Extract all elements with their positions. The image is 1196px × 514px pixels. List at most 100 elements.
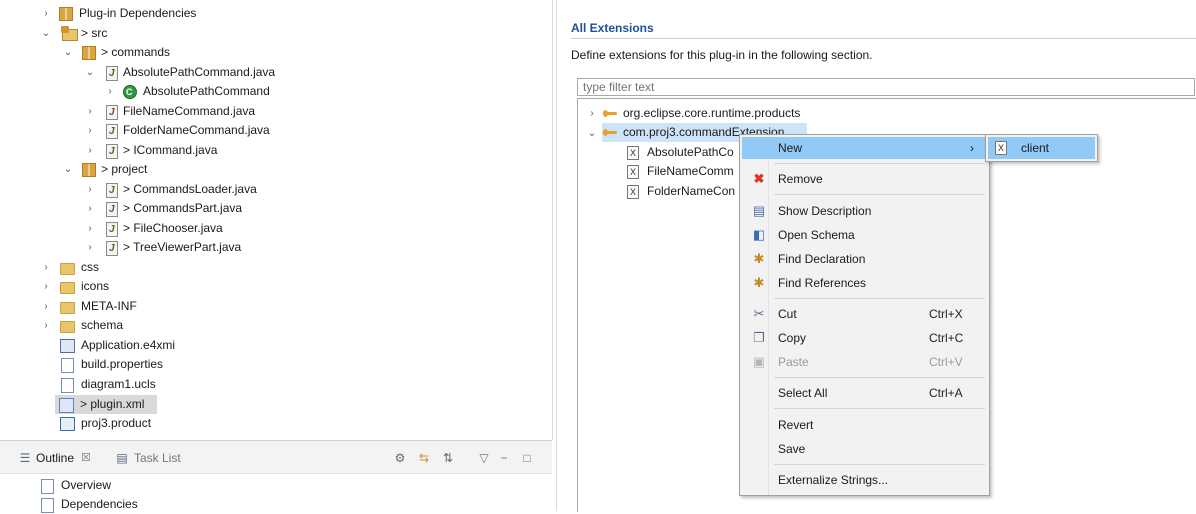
chevron-down-icon[interactable]: ⌄ (40, 24, 52, 43)
menu-item-show-description[interactable]: ▤ Show Description (742, 200, 987, 222)
outline-item-overview[interactable]: Overview (0, 476, 552, 495)
extension-label: org.eclipse.core.runtime.products (623, 106, 801, 120)
tree-item-filenamecommand-java[interactable]: › FileNameCommand.java (0, 102, 552, 122)
outline-item-label: Dependencies (61, 497, 138, 511)
menu-item-externalize-strings[interactable]: Externalize Strings... (742, 469, 987, 491)
tab-outline[interactable]: Outline (36, 450, 74, 466)
shortcut-label: Ctrl+C (929, 331, 964, 345)
chevron-right-icon[interactable]: › (40, 4, 52, 23)
outline-item-dependencies[interactable]: Dependencies (0, 495, 552, 514)
tree-item-css[interactable]: › css (0, 258, 552, 277)
chevron-right-icon[interactable]: › (104, 82, 116, 101)
chevron-right-icon[interactable]: › (40, 277, 52, 296)
tree-item-meta-inf[interactable]: › META-INF (0, 297, 552, 316)
tab-task-list[interactable]: Task List (134, 450, 181, 466)
chevron-right-icon[interactable]: › (84, 121, 96, 140)
chevron-right-icon[interactable]: › (84, 219, 96, 238)
tree-item-foldernamecommand-java[interactable]: › FolderNameCommand.java (0, 121, 552, 141)
menu-separator (774, 408, 985, 409)
menu-item-find-references[interactable]: ✱ Find References (742, 272, 987, 294)
menu-item-open-schema[interactable]: ◧ Open Schema (742, 224, 987, 246)
tree-item-commandspart-java[interactable]: › > CommandsPart.java (0, 199, 552, 219)
tree-item-label: META-INF (81, 299, 137, 313)
chevron-down-icon[interactable]: ⌄ (586, 128, 598, 139)
menu-item-paste[interactable]: ▣ Paste Ctrl+V (742, 351, 987, 373)
view-menu-icon[interactable]: ▽ (477, 451, 491, 465)
tree-item-label: proj3.product (81, 416, 152, 430)
sort-icon[interactable]: ⇅ (441, 451, 455, 465)
minimize-icon[interactable]: − (497, 451, 511, 465)
chevron-right-icon[interactable]: › (40, 297, 52, 316)
menu-item-label: Revert (778, 418, 814, 432)
tree-item-commandsloader-java[interactable]: › > CommandsLoader.java (0, 180, 552, 200)
menu-item-cut[interactable]: ✂ Cut Ctrl+X (742, 303, 987, 325)
task-list-icon: ▤ (116, 451, 128, 465)
java-file-icon (106, 122, 118, 141)
menu-item-remove[interactable]: ✖ Remove (742, 168, 987, 190)
tree-item-icommand-java[interactable]: › > ICommand.java (0, 141, 552, 161)
tree-item-commands[interactable]: ⌄ > commands (0, 43, 552, 62)
menu-item-copy[interactable]: ❐ Copy Ctrl+C (742, 327, 987, 349)
chevron-right-icon[interactable]: › (84, 102, 96, 121)
chevron-right-icon[interactable]: › (40, 258, 52, 277)
tree-item-proj3-product[interactable]: proj3.product (0, 414, 552, 433)
tree-item-filechooser-java[interactable]: › > FileChooser.java (0, 219, 552, 239)
section-description: Define extensions for this plug-in in th… (571, 48, 873, 62)
schema-icon: ◧ (752, 227, 766, 242)
e4xmi-file-icon (60, 339, 75, 353)
tree-item-label: schema (81, 318, 124, 332)
tree-item-build-properties[interactable]: build.properties (0, 355, 552, 374)
menu-item-find-declaration[interactable]: ✱ Find Declaration (742, 248, 987, 270)
menu-item-revert[interactable]: Revert (742, 414, 987, 436)
chevron-right-icon[interactable]: › (84, 238, 96, 257)
close-tab-icon[interactable]: ☒ (81, 450, 91, 466)
tree-item-label: diagram1.ucls (81, 377, 156, 391)
chevron-right-icon[interactable]: › (84, 141, 96, 160)
outline-panel: ☰ Outline ☒ ▤ Task List ⚙ ⇆ ⇅ ▽ − □ Over… (0, 440, 552, 514)
chevron-right-icon[interactable]: › (84, 199, 96, 218)
tree-item-plugin-xml[interactable]: > plugin.xml (55, 395, 157, 414)
tree-item-src[interactable]: ⌄ > src (0, 24, 552, 43)
chevron-down-icon[interactable]: ⌄ (62, 43, 74, 62)
tree-item-label: FolderNameCommand.java (123, 123, 270, 137)
section-divider (571, 38, 1196, 39)
tree-item-plugin-dependencies[interactable]: › Plug-in Dependencies (0, 4, 552, 23)
chevron-right-icon[interactable]: › (84, 180, 96, 199)
tree-item-absolutepathcommand-java[interactable]: ⌄ AbsolutePathCommand.java (0, 63, 552, 83)
copy-icon: ❐ (753, 330, 765, 345)
shortcut-label: Ctrl+V (929, 355, 963, 369)
menu-item-label: Paste (778, 355, 809, 369)
tree-item-schema[interactable]: › schema (0, 316, 552, 335)
chevron-down-icon[interactable]: ⌄ (62, 160, 74, 179)
delete-icon: ✖ (753, 171, 765, 186)
chevron-right-icon[interactable]: › (40, 316, 52, 335)
submenu-item-client[interactable]: X client (988, 137, 1095, 159)
xml-element-icon: X (627, 165, 639, 179)
package-icon (82, 46, 96, 60)
menu-item-new[interactable]: New › (742, 137, 987, 159)
extension-icon (603, 129, 617, 136)
menu-item-save[interactable]: Save (742, 438, 987, 460)
java-file-icon (106, 200, 118, 219)
xml-element-icon: X (995, 141, 1007, 155)
menu-item-label: Remove (778, 172, 823, 186)
maximize-icon[interactable]: □ (520, 451, 534, 465)
java-file-icon (106, 181, 118, 200)
element-label: AbsolutePathCo (647, 145, 734, 159)
tree-item-application-e4xmi[interactable]: Application.e4xmi (0, 336, 552, 355)
tree-item-diagram1-ucls[interactable]: diagram1.ucls (0, 375, 552, 394)
extension-item-runtime-products[interactable]: › org.eclipse.core.runtime.products (578, 104, 1196, 123)
menu-separator (774, 298, 985, 299)
tree-item-absolutepathcommand-class[interactable]: › AbsolutePathCommand (0, 82, 552, 102)
shortcut-label: Ctrl+A (929, 386, 963, 400)
tree-item-icons[interactable]: › icons (0, 277, 552, 296)
tree-item-project[interactable]: ⌄ > project (0, 160, 552, 179)
tree-item-treeviewerpart-java[interactable]: › > TreeViewerPart.java (0, 238, 552, 258)
xml-element-icon: X (627, 185, 639, 199)
menu-item-select-all[interactable]: Select All Ctrl+A (742, 382, 987, 404)
filter-input[interactable] (577, 78, 1195, 96)
filter-icon[interactable]: ⚙ (393, 451, 407, 465)
chevron-right-icon[interactable]: › (586, 104, 598, 123)
chevron-down-icon[interactable]: ⌄ (84, 63, 96, 82)
sync-icon[interactable]: ⇆ (417, 451, 431, 465)
